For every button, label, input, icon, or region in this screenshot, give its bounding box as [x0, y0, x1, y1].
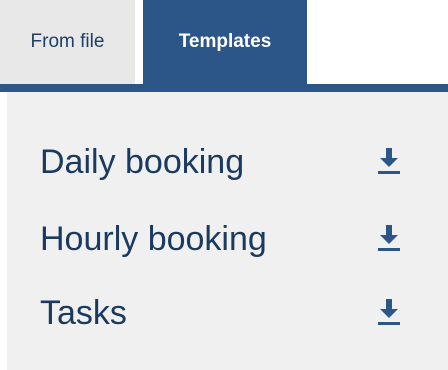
template-row-hourly-booking[interactable]: Hourly booking	[7, 208, 448, 270]
download-icon[interactable]	[378, 298, 400, 326]
template-name[interactable]: Tasks	[40, 292, 127, 334]
tab-templates-label: Templates	[178, 31, 272, 52]
template-import-dialog: From file Templates Daily booking Hourly…	[0, 0, 448, 370]
active-tab-underline	[0, 84, 448, 92]
download-icon[interactable]	[378, 147, 400, 175]
tab-from-file-label: From file	[30, 31, 105, 52]
template-name[interactable]: Hourly booking	[40, 218, 267, 260]
template-row-daily-booking[interactable]: Daily booking	[7, 131, 448, 193]
tab-templates[interactable]: Templates	[143, 0, 307, 84]
template-row-tasks[interactable]: Tasks	[7, 282, 448, 344]
template-name[interactable]: Daily booking	[40, 141, 244, 183]
templates-panel: Daily booking Hourly booking Tasks	[7, 92, 448, 370]
tab-from-file[interactable]: From file	[0, 0, 135, 84]
download-icon[interactable]	[378, 224, 400, 252]
tab-bar: From file Templates	[0, 0, 448, 84]
